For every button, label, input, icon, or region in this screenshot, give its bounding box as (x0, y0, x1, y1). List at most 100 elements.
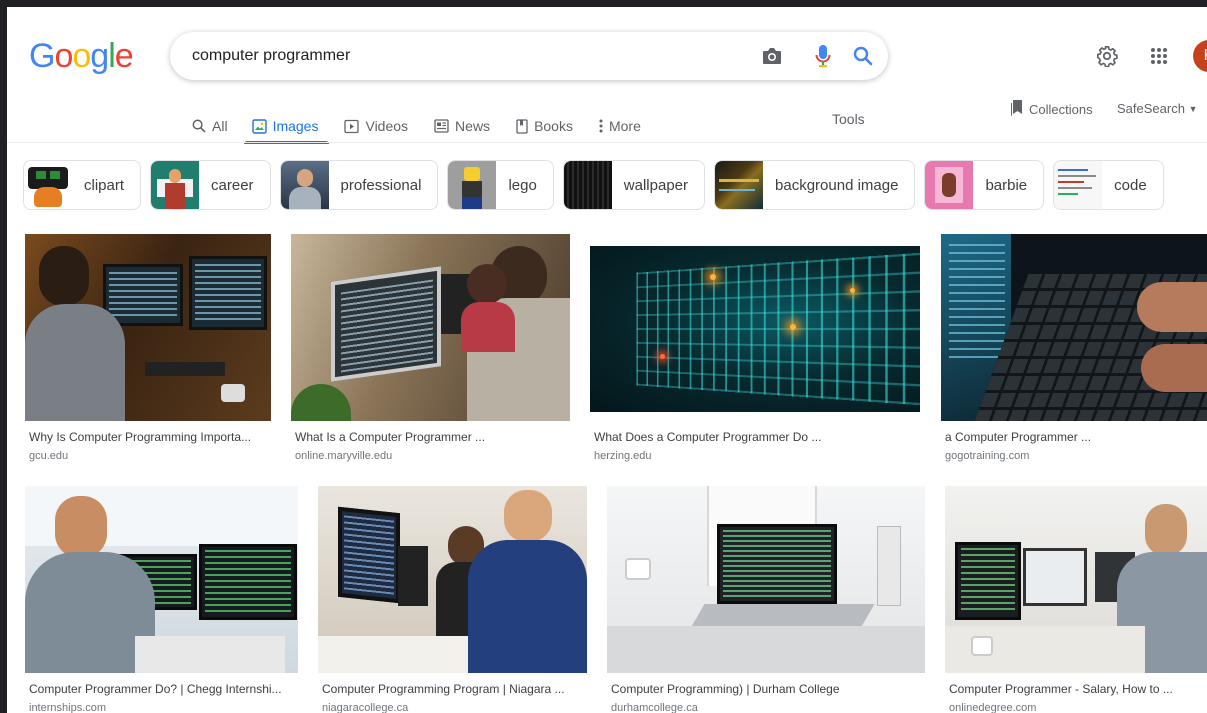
tab-books[interactable]: Books (516, 103, 586, 143)
chip-label: lego (508, 177, 536, 194)
result-source[interactable]: niagaracollege.ca (318, 702, 587, 713)
result-source[interactable]: gcu.edu (25, 450, 271, 462)
google-images-page: Google K All Images Videos (7, 7, 1207, 713)
result-source[interactable]: internships.com (25, 702, 298, 713)
tab-label: All (212, 118, 228, 134)
chip-lego[interactable]: lego (447, 160, 553, 210)
search-icon[interactable] (851, 44, 875, 68)
chevron-down-icon: ▼ (1189, 104, 1198, 114)
chip-label: career (211, 177, 254, 194)
result-thumbnail[interactable] (291, 234, 570, 421)
result-thumbnail[interactable] (25, 234, 271, 421)
result-title[interactable]: a Computer Programmer ... (941, 430, 1207, 444)
search-box (170, 32, 888, 80)
image-result[interactable]: Why Is Computer Programming Importa... g… (25, 234, 271, 462)
gear-icon[interactable] (1095, 41, 1119, 71)
result-title[interactable]: What Is a Computer Programmer ... (291, 430, 570, 444)
image-result[interactable]: What Is a Computer Programmer ... online… (291, 234, 570, 462)
result-thumbnail[interactable] (25, 486, 298, 673)
chip-career[interactable]: career (150, 160, 271, 210)
chip-label: barbie (985, 177, 1027, 194)
collections-label: Collections (1029, 102, 1093, 117)
chip-clipart[interactable]: clipart (23, 160, 141, 210)
chip-label: clipart (84, 177, 124, 194)
result-thumbnail[interactable] (318, 486, 587, 673)
chip-barbie[interactable]: barbie (924, 160, 1044, 210)
google-logo[interactable]: Google (29, 37, 133, 76)
safesearch-label: SafeSearch (1117, 101, 1185, 116)
tab-all[interactable]: All (192, 103, 241, 143)
logo-letter: o (72, 37, 90, 76)
bookmark-icon (1010, 100, 1023, 119)
chip-thumbnail (715, 161, 763, 209)
result-title[interactable]: Computer Programmer Do? | Chegg Internsh… (25, 682, 298, 696)
image-result[interactable]: Computer Programming) | Durham College d… (607, 486, 925, 713)
chip-label: professional (341, 177, 422, 194)
tab-images[interactable]: Images (252, 103, 332, 143)
header-divider (7, 142, 1207, 143)
image-result[interactable]: Computer Programmer - Salary, How to ...… (945, 486, 1207, 713)
book-icon (516, 119, 528, 134)
chip-thumbnail (151, 161, 199, 209)
image-result[interactable]: Computer Programmer Do? | Chegg Internsh… (25, 486, 298, 713)
chip-label: code (1114, 177, 1147, 194)
image-result[interactable]: Computer Programming Program | Niagara .… (318, 486, 587, 713)
chip-background-image[interactable]: background image (714, 160, 915, 210)
result-title[interactable]: Computer Programmer - Salary, How to ... (945, 682, 1207, 696)
tab-label: Videos (365, 118, 408, 134)
search-input[interactable] (192, 45, 732, 67)
chip-thumbnail (925, 161, 973, 209)
result-source[interactable]: onlinedegree.com (945, 702, 1207, 713)
tab-videos[interactable]: Videos (344, 103, 421, 143)
play-icon (344, 119, 359, 134)
tab-label: Images (273, 118, 319, 134)
more-vert-icon (599, 119, 603, 133)
result-thumbnail[interactable] (607, 486, 925, 673)
result-thumbnail[interactable] (590, 234, 920, 421)
safesearch-button[interactable]: SafeSearch ▼ (1117, 101, 1197, 116)
tab-news[interactable]: News (434, 103, 503, 143)
logo-letter: e (115, 37, 133, 76)
result-thumbnail[interactable] (945, 486, 1207, 673)
avatar[interactable]: K (1193, 40, 1207, 72)
chip-code[interactable]: code (1053, 160, 1164, 210)
result-source[interactable]: herzing.edu (590, 450, 920, 462)
news-icon (434, 119, 449, 133)
logo-letter: o (54, 37, 72, 76)
apps-grid-icon[interactable] (1148, 41, 1170, 71)
result-title[interactable]: Computer Programming) | Durham College (607, 682, 925, 696)
chip-thumbnail (1054, 161, 1102, 209)
result-title[interactable]: What Does a Computer Programmer Do ... (590, 430, 920, 444)
image-result[interactable]: What Does a Computer Programmer Do ... h… (590, 234, 920, 462)
image-result[interactable]: a Computer Programmer ... gogotraining.c… (941, 234, 1207, 462)
camera-icon[interactable] (760, 44, 784, 68)
tab-label: More (609, 118, 641, 134)
search-tabs: All Images Videos News Books More (192, 103, 661, 143)
result-title[interactable]: Why Is Computer Programming Importa... (25, 430, 271, 444)
result-thumbnail[interactable] (941, 234, 1207, 421)
logo-letter: G (29, 37, 54, 76)
tab-label: News (455, 118, 490, 134)
chip-thumbnail (24, 161, 72, 209)
chip-thumbnail (281, 161, 329, 209)
tab-label: Books (534, 118, 573, 134)
chip-thumbnail (448, 161, 496, 209)
chip-professional[interactable]: professional (280, 160, 439, 210)
mic-icon[interactable] (811, 44, 835, 68)
result-title[interactable]: Computer Programming Program | Niagara .… (318, 682, 587, 696)
result-source[interactable]: durhamcollege.ca (607, 702, 925, 713)
chip-wallpaper[interactable]: wallpaper (563, 160, 705, 210)
related-search-chips: clipart career professional lego wallpap… (23, 160, 1164, 210)
logo-letter: g (90, 37, 108, 76)
chip-thumbnail (564, 161, 612, 209)
tab-more[interactable]: More (599, 103, 654, 143)
chip-label: wallpaper (624, 177, 688, 194)
tools-button[interactable]: Tools (832, 111, 865, 127)
search-icon (192, 119, 206, 133)
result-source[interactable]: online.maryville.edu (291, 450, 570, 462)
avatar-initial: K (1204, 47, 1207, 65)
image-icon (252, 119, 267, 134)
collections-button[interactable]: Collections (1010, 100, 1093, 119)
chip-label: background image (775, 177, 898, 194)
result-source[interactable]: gogotraining.com (941, 450, 1207, 462)
